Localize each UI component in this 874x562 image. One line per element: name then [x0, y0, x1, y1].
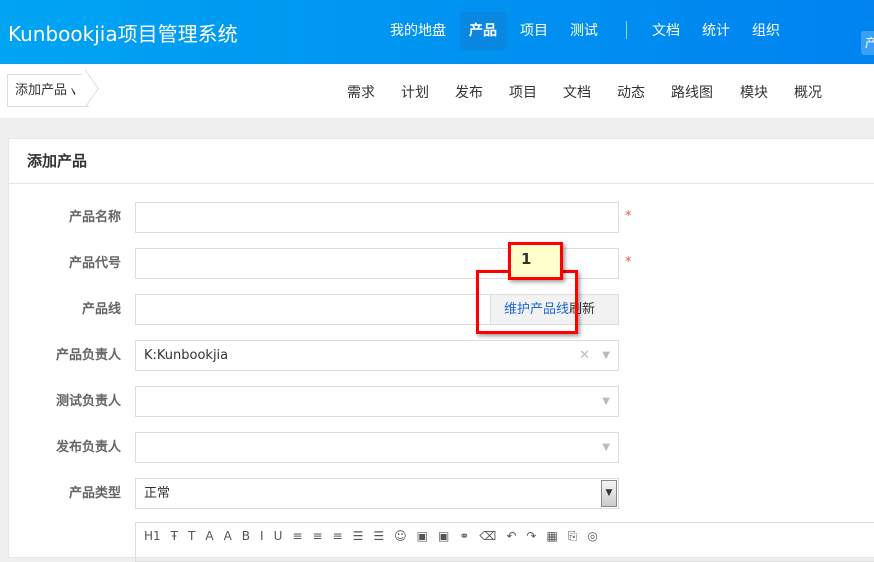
toolbar-button[interactable]: ≡: [292, 529, 302, 543]
required-mark: *: [625, 209, 632, 224]
subnav-project[interactable]: 项目: [509, 82, 537, 102]
product-name-input[interactable]: [135, 202, 619, 233]
required-mark: *: [625, 255, 632, 270]
toolbar-button[interactable]: A: [224, 529, 232, 543]
nav-divider: [626, 21, 627, 39]
caret-down-icon: ▼: [602, 350, 610, 361]
toolbar-button[interactable]: B: [242, 529, 250, 543]
toolbar-button[interactable]: ☰: [353, 529, 364, 543]
subnav-roadmap[interactable]: 路线图: [671, 82, 713, 102]
create-product-panel: 添加产品 产品名称 * 产品代号 * 产品线 维护产品线刷新 产品负责人 K:K…: [8, 138, 874, 562]
toolbar-button[interactable]: ≡: [312, 529, 322, 543]
dropdown-label: 添加产品: [15, 83, 68, 98]
nav-test[interactable]: 测试: [561, 12, 607, 50]
subnav-dynamic[interactable]: 动态: [617, 82, 645, 102]
toolbar-button[interactable]: ⌫: [479, 529, 496, 543]
top-header: Kunbookjia项目管理系统 我的地盘 产品 项目 测试 文档 统计 组织 …: [0, 0, 874, 64]
side-tab[interactable]: 产: [861, 31, 874, 55]
nav-project[interactable]: 项目: [511, 12, 557, 50]
toolbar-button[interactable]: H1: [144, 529, 161, 543]
toolbar-button[interactable]: U: [274, 529, 283, 543]
toolbar-button[interactable]: ⚭: [459, 529, 469, 543]
sub-nav: 添加产品 ▼ 需求 计划 发布 项目 文档 动态 路线图 模块 概况: [0, 64, 874, 118]
subnav-doc[interactable]: 文档: [563, 82, 591, 102]
subnav-module[interactable]: 模块: [740, 82, 768, 102]
toolbar-button[interactable]: ↶: [506, 529, 516, 543]
type-value: 正常: [144, 486, 171, 501]
label-rd: 发布负责人: [55, 440, 121, 455]
toolbar-button[interactable]: ↷: [526, 529, 536, 543]
clear-icon[interactable]: ✕: [579, 341, 590, 370]
toolbar-button[interactable]: T: [188, 529, 195, 543]
nav-doc[interactable]: 文档: [643, 12, 689, 50]
label-qd: 测试负责人: [55, 394, 121, 409]
subnav-release[interactable]: 发布: [455, 82, 483, 102]
caret-down-icon: ▼: [71, 87, 79, 97]
subnav-story[interactable]: 需求: [347, 82, 375, 102]
label-code: 产品代号: [68, 256, 121, 271]
type-select[interactable]: 正常 ▼: [135, 478, 619, 509]
toolbar-button[interactable]: ≡: [333, 529, 343, 543]
annotation-label: 1: [508, 242, 563, 280]
toolbar-button[interactable]: ⎘: [568, 529, 578, 543]
toolbar-button[interactable]: ▣: [438, 529, 449, 543]
toolbar-button[interactable]: A: [205, 529, 213, 543]
select-arrow-icon[interactable]: ▼: [601, 480, 617, 507]
nav-company[interactable]: 组织: [743, 12, 789, 50]
subnav-plan[interactable]: 计划: [401, 82, 429, 102]
caret-down-icon: ▼: [602, 396, 610, 407]
product-line-select[interactable]: [135, 294, 491, 325]
toolbar-button[interactable]: ☰: [373, 529, 384, 543]
nav-my[interactable]: 我的地盘: [381, 12, 455, 50]
po-select[interactable]: K:Kunbookjia ✕ ▼: [135, 340, 619, 371]
label-po: 产品负责人: [55, 348, 121, 363]
label-name: 产品名称: [68, 210, 121, 225]
brand-title: Kunbookjia项目管理系统: [8, 22, 238, 46]
toolbar-button[interactable]: ◎: [587, 529, 597, 543]
subnav-view[interactable]: 概况: [794, 82, 822, 102]
toolbar-button[interactable]: Ŧ: [171, 529, 178, 543]
toolbar-button[interactable]: ☺: [394, 529, 407, 543]
editor-toolbar: H1 Ŧ T A A B I U ≡ ≡ ≡ ☰ ☰ ☺ ▣ ▣ ⚭ ⌫ ↶ ↷ ▦ ⎘ ◎: [135, 522, 874, 562]
rd-select[interactable]: ▼: [135, 432, 619, 463]
panel-title: 添加产品: [9, 139, 874, 184]
toolbar-button[interactable]: ▦: [546, 529, 557, 543]
product-dropdown[interactable]: 添加产品 ▼: [7, 74, 89, 107]
po-value: K:Kunbookjia: [144, 348, 229, 363]
label-type: 产品类型: [68, 486, 121, 501]
label-line: 产品线: [81, 302, 121, 317]
nav-product[interactable]: 产品: [460, 12, 506, 50]
toolbar-button[interactable]: I: [260, 529, 264, 543]
caret-down-icon: ▼: [602, 442, 610, 453]
toolbar-button[interactable]: ▣: [417, 529, 428, 543]
nav-report[interactable]: 统计: [693, 12, 739, 50]
qd-select[interactable]: ▼: [135, 386, 619, 417]
